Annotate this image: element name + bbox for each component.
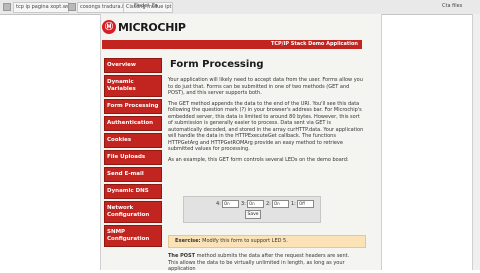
exercise-label: Exercise: <box>175 238 201 244</box>
toolbar-menu-right[interactable]: Cta files <box>442 2 462 11</box>
intro-paragraph: Your application will likely need to acc… <box>168 77 363 96</box>
toolbar-button-fe[interactable]: Fe <box>152 2 158 11</box>
toolbar-button-findel[interactable]: Findel <box>134 2 149 11</box>
page-icon[interactable] <box>3 3 11 11</box>
main-content: Form Processing Your application will li… <box>168 58 364 167</box>
nav-item-send-email[interactable]: Send E-mail <box>104 167 162 182</box>
logo-text: MICROCHIP <box>118 21 186 34</box>
nav-item-authentication[interactable]: Authentication <box>104 116 162 131</box>
microchip-logo-icon: Ⓜ <box>102 20 116 34</box>
browser-tab-2[interactable]: cosongs tradura.ipt <box>77 2 127 13</box>
sidebar-nav: Overview Dynamic Variables Form Processi… <box>104 58 162 249</box>
led-3-label: 3: <box>241 201 246 207</box>
led-2-select[interactable]: On <box>272 200 289 208</box>
nav-item-file-uploads[interactable]: File Uploads <box>104 150 162 165</box>
nav-item-snmp-configuration[interactable]: SNMP Configuration <box>104 225 162 247</box>
exercise-text: Modify this form to support LED 5. <box>202 238 288 244</box>
browser-tab-1[interactable]: tcp ip pagina xopt.ws <box>13 2 69 13</box>
led-1-select[interactable]: Off <box>297 200 314 208</box>
nav-item-overview[interactable]: Overview <box>104 58 162 73</box>
nav-item-dynamic-variables[interactable]: Dynamic Variables <box>104 75 162 97</box>
nav-item-form-processing[interactable]: Form Processing <box>104 99 162 114</box>
nav-item-network-configuration[interactable]: Network Configuration <box>104 201 162 223</box>
post-label: The POST <box>168 253 196 259</box>
post-text: method submits the data after the reques… <box>168 253 350 272</box>
led-1-label: 1: <box>291 201 296 207</box>
get-paragraph: The GET method appends the data to the e… <box>168 100 364 153</box>
banner: TCP/IP Stack Demo Application <box>102 40 362 49</box>
tab-icon <box>68 3 76 11</box>
page-title: Form Processing <box>170 59 264 70</box>
save-button[interactable]: Save <box>245 210 261 219</box>
example-paragraph: As an example, this GET form controls se… <box>168 156 349 163</box>
nav-item-dynamic-dns[interactable]: Dynamic DNS <box>104 184 162 199</box>
nav-item-cookies[interactable]: Cookies <box>104 133 162 148</box>
scrollbar[interactable] <box>472 14 480 270</box>
led-4-label: 4: <box>216 201 221 207</box>
led-2-label: 2: <box>266 201 271 207</box>
led-3-select[interactable]: On <box>247 200 264 208</box>
browser-toolbar: tcp ip pagina xopt.ws cosongs tradura.ip… <box>0 0 480 15</box>
led-demo-form: 4: On 3: On 2: On 1: Off Save <box>183 196 321 223</box>
exercise-box: Exercise: Modify this form to support LE… <box>168 235 366 248</box>
led-4-select[interactable]: On <box>222 200 239 208</box>
